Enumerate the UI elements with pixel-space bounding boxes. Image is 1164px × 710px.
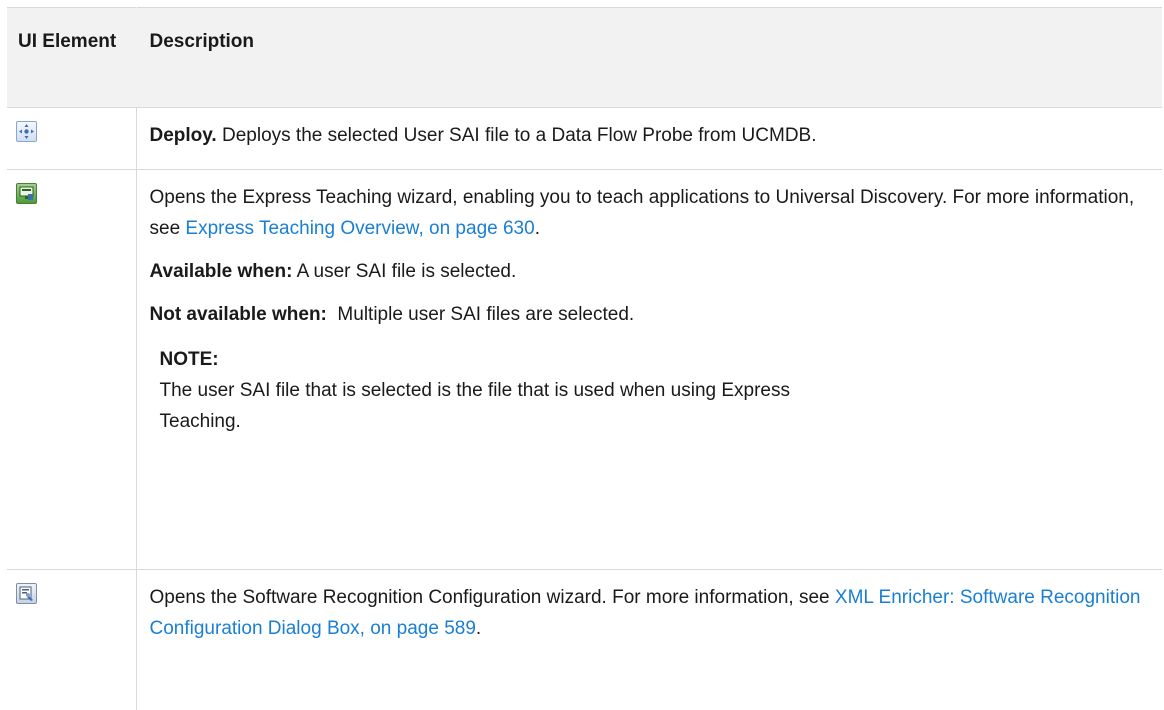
software-recognition-description: Opens the Software Recognition Configura… [150,582,1143,644]
not-available-when-text: Multiple user SAI files are selected. [326,304,635,325]
table-row: Opens the Software Recognition Configura… [7,569,1162,710]
available-when-label: Available when: [149,261,293,282]
table-header-row: UI Element Description [7,7,1162,108]
deploy-icon [16,121,37,142]
deploy-description: Deploy. Deploys the selected User SAI fi… [150,120,1143,151]
software-recognition-intro: Opens the Software Recognition Configura… [149,587,835,608]
header-ui-element: UI Element [7,7,137,108]
available-when-line: Available when: A user SAI file is selec… [150,256,1143,287]
ui-element-cell [7,107,137,170]
software-recognition-intro-end: . [475,618,482,639]
note-block: NOTE: The user SAI file that is selected… [160,344,1143,437]
not-available-when-line: Not available when: Multiple user SAI fi… [150,299,1143,330]
deploy-title: Deploy. [149,125,217,146]
table-row: Opens the Express Teaching wizard, enabl… [7,169,1162,570]
not-available-when-label: Not available when: [149,304,327,325]
description-cell: Opens the Software Recognition Configura… [136,570,1162,710]
available-when-text: A user SAI file is selected. [292,261,517,282]
description-cell: Deploy. Deploys the selected User SAI fi… [136,107,1162,170]
deploy-text: Deploys the selected User SAI file to a … [216,125,817,146]
header-description: Description [136,7,1162,108]
note-title: NOTE: [159,349,219,370]
express-teaching-description: Opens the Express Teaching wizard, enabl… [150,182,1143,244]
express-teaching-intro-end: . [534,218,540,239]
ui-element-cell [7,569,137,710]
ui-element-cell [7,169,137,570]
note-text: The user SAI file that is selected is th… [159,380,791,432]
software-recognition-config-icon [16,583,37,604]
express-teaching-icon [16,183,37,204]
express-teaching-overview-link[interactable]: Express Teaching Overview, on page 630 [185,218,534,239]
description-cell: Opens the Express Teaching wizard, enabl… [136,169,1162,570]
table-row: Deploy. Deploys the selected User SAI fi… [7,107,1162,170]
ui-element-table: UI Element Description Deploy. Deploys t… [7,7,1162,710]
